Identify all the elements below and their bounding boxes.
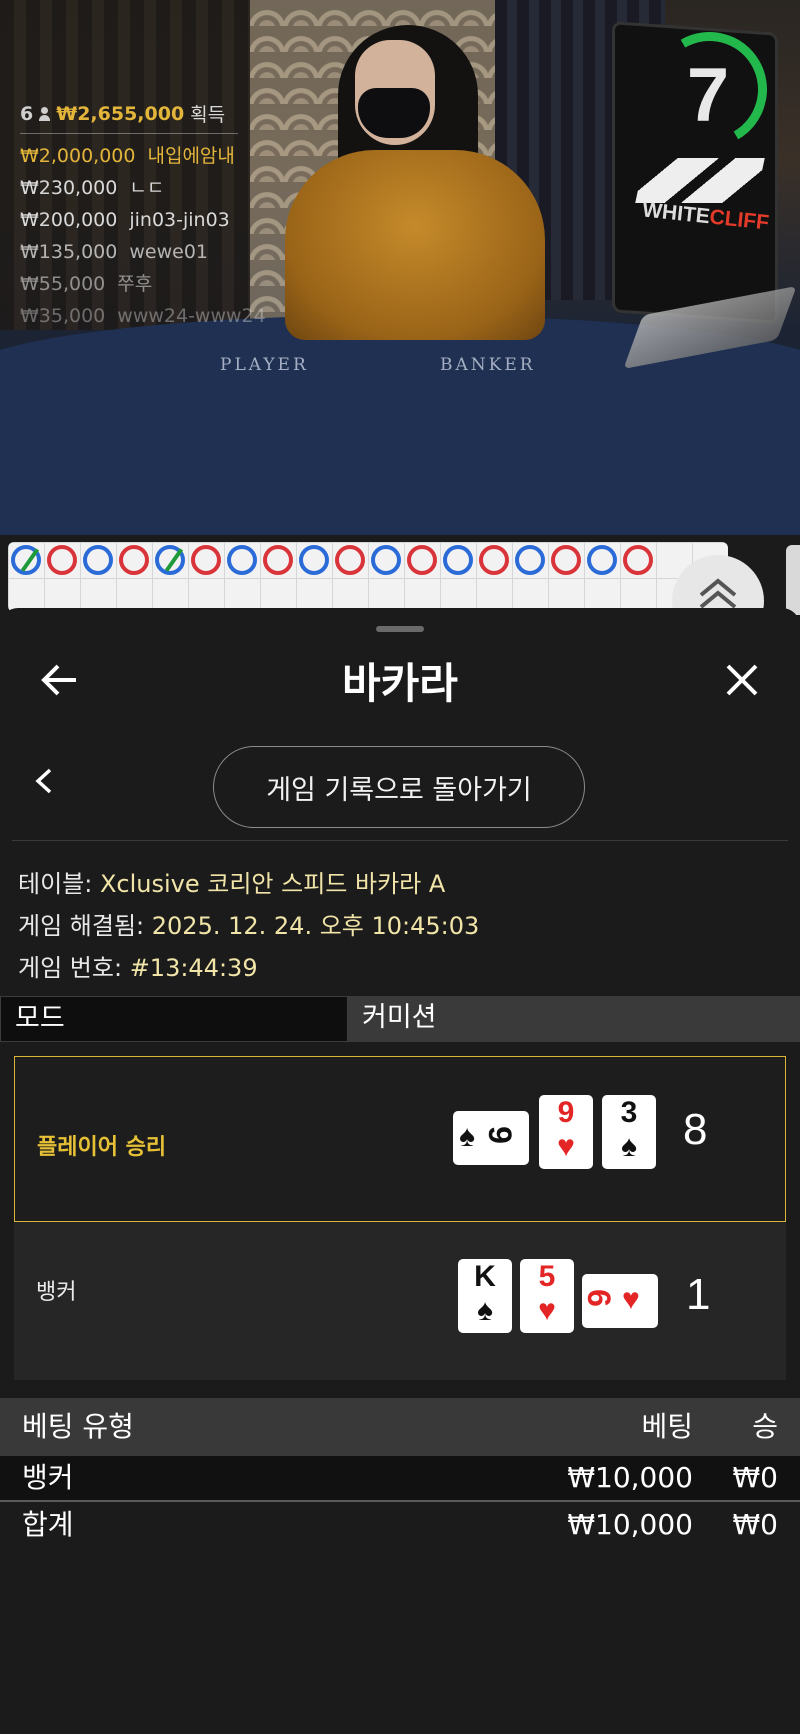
playing-card: 6 ♥ xyxy=(581,1274,658,1328)
playing-card: 5 ♥ xyxy=(520,1259,574,1333)
player-bead xyxy=(11,545,41,575)
playing-card: K ♠ xyxy=(458,1259,512,1333)
winner-item: ₩230,000 ㄴㄷ xyxy=(20,177,165,199)
info-resolved: 게임 해결됨: 2025. 12. 24. 오후 10:45:03 xyxy=(18,912,480,940)
winner-item: ₩2,000,000 내입에암내 xyxy=(20,145,235,167)
mode-label: 모드 xyxy=(0,996,348,1042)
live-video-feed: PLAYER BANKER 7 WHITECLIFF 6 ₩2,655,000 … xyxy=(0,0,800,535)
total-win: ₩0 xyxy=(732,1508,779,1541)
countdown-timer: 7 xyxy=(686,53,730,138)
banker-result-label: 뱅커 xyxy=(36,1280,77,1305)
side-panel-edge xyxy=(786,545,800,615)
whitecliff-logo-icon xyxy=(635,158,765,203)
banker-bead xyxy=(623,545,653,575)
winner-item: ₩55,000 쭈후 xyxy=(20,273,153,295)
banker-bead xyxy=(263,545,293,575)
tie-mark xyxy=(20,548,40,572)
winners-total: ₩2,655,000 xyxy=(56,102,185,125)
winner-item: ₩35,000 www24-www24 xyxy=(20,305,266,327)
banker-result: 뱅커 K ♠ 5 ♥ 6 ♥ 1 xyxy=(14,1222,786,1380)
banker-bead xyxy=(407,545,437,575)
dealer-mask xyxy=(358,88,430,138)
player-bead xyxy=(515,545,545,575)
winners-summary: 6 ₩2,655,000 획득 xyxy=(20,100,238,134)
person-icon xyxy=(39,106,51,121)
player-bead xyxy=(83,545,113,575)
bet-type-cell: 뱅커 xyxy=(22,1461,74,1494)
winners-panel: 6 ₩2,655,000 획득 ₩2,000,000 내입에암내 ₩230,000… xyxy=(20,100,266,332)
banker-bead xyxy=(119,545,149,575)
divider xyxy=(12,840,788,841)
table-label-player: PLAYER xyxy=(220,355,309,375)
banker-bead xyxy=(335,545,365,575)
sheet-grabber[interactable] xyxy=(376,626,424,632)
banker-score: 1 xyxy=(686,1270,711,1319)
header-bet-type: 베팅 유형 xyxy=(22,1410,134,1443)
player-bead xyxy=(155,545,185,575)
back-to-history-button[interactable]: 게임 기록으로 돌아가기 xyxy=(213,746,585,828)
close-icon[interactable] xyxy=(720,658,764,702)
info-table: 테이블: Xclusive 코리안 스피드 바카라 A xyxy=(18,870,446,898)
winners-list: ₩2,000,000 내입에암내 ₩230,000 ㄴㄷ ₩200,000 jin03… xyxy=(20,140,266,332)
mode-row: 모드 커미션 xyxy=(0,996,800,1042)
player-bead xyxy=(227,545,257,575)
banker-bead xyxy=(47,545,77,575)
game-detail-sheet: 바카라 게임 기록으로 돌아가기 테이블: Xclusive 코리안 스피드 바… xyxy=(0,608,800,1734)
header-bet: 베팅 xyxy=(641,1410,693,1443)
player-result-label: 플레이어 승리 xyxy=(37,1135,167,1160)
player-bead xyxy=(587,545,617,575)
table-row: 뱅커 ₩10,000 ₩0 xyxy=(0,1456,800,1500)
playing-card: 3 ♠ xyxy=(602,1095,656,1169)
tie-mark xyxy=(164,548,184,572)
banker-bead xyxy=(191,545,221,575)
bead-road[interactable] xyxy=(8,542,728,612)
winner-item: ₩200,000 jin03-jin03 xyxy=(20,209,230,231)
bet-amount-cell: ₩10,000 xyxy=(567,1461,693,1494)
banker-bead xyxy=(479,545,509,575)
winner-count: 6 xyxy=(20,102,34,125)
header-win: 승 xyxy=(752,1410,778,1443)
sheet-title: 바카라 xyxy=(342,659,458,708)
total-bet: ₩10,000 xyxy=(567,1508,693,1541)
mode-value: 커미션 xyxy=(348,996,800,1042)
player-bead xyxy=(371,545,401,575)
table-label-banker: BANKER xyxy=(440,355,536,375)
player-result: 플레이어 승리 ♠ 9 9 ♥ 3 ♠ 8 xyxy=(14,1056,786,1222)
bets-table-header: 베팅 유형 베팅 승 xyxy=(0,1398,800,1456)
dealer xyxy=(285,150,545,340)
winners-label: 획득 xyxy=(190,104,226,126)
playing-card: ♠ 9 xyxy=(453,1111,529,1165)
info-game-number: 게임 번호: #13:44:39 xyxy=(18,954,258,982)
total-label: 합계 xyxy=(22,1508,74,1541)
win-amount-cell: ₩0 xyxy=(732,1461,779,1494)
total-row: 합계 ₩10,000 ₩0 xyxy=(0,1501,800,1549)
player-score: 8 xyxy=(683,1105,708,1154)
player-bead xyxy=(299,545,329,575)
playing-card: 9 ♥ xyxy=(539,1095,593,1169)
chevron-left-icon[interactable] xyxy=(32,766,56,796)
winner-item: ₩135,000 wewe01 xyxy=(20,241,208,263)
player-bead xyxy=(443,545,473,575)
banker-bead xyxy=(551,545,581,575)
